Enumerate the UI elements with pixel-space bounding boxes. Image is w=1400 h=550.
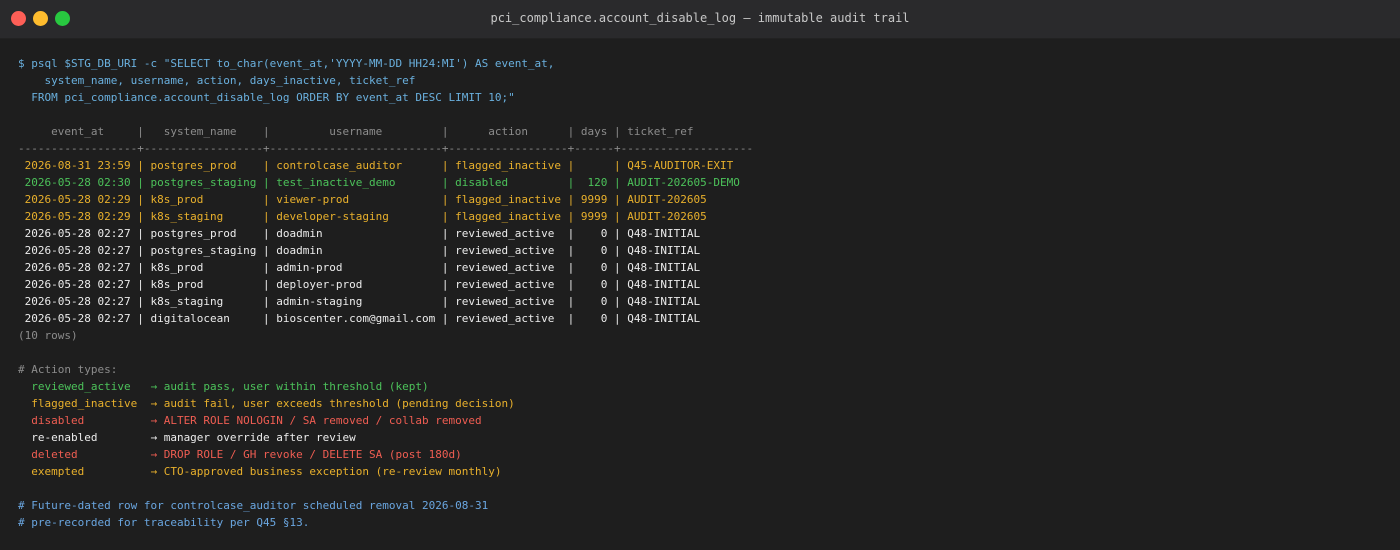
table-header: event_at | system_name | username | acti… xyxy=(18,125,694,138)
window-title: pci_compliance.account_disable_log — imm… xyxy=(490,11,910,25)
table-row: 2026-08-31 23:59 | postgres_prod | contr… xyxy=(18,159,734,172)
table-row: 2026-05-28 02:27 | postgres_prod | doadm… xyxy=(18,227,701,240)
table-row: 2026-05-28 02:29 | k8s_staging | develop… xyxy=(18,210,707,223)
table-separator: ------------------+------------------+--… xyxy=(18,142,754,155)
table-row: 2026-05-28 02:27 | k8s_prod | admin-prod… xyxy=(18,261,701,274)
terminal-output[interactable]: $ psql $STG_DB_URI -c "SELECT to_char(ev… xyxy=(18,55,1400,531)
row-count: (10 rows) xyxy=(18,329,78,342)
table-row: 2026-05-28 02:27 | k8s_prod | deployer-p… xyxy=(18,278,701,291)
command-line: system_name, username, action, days_inac… xyxy=(18,74,416,87)
table-row: 2026-05-28 02:30 | postgres_staging | te… xyxy=(18,176,740,189)
table-row: 2026-05-28 02:27 | k8s_staging | admin-s… xyxy=(18,295,701,308)
title-bar: pci_compliance.account_disable_log — imm… xyxy=(0,0,1400,39)
legend-item-disabled: disabled → ALTER ROLE NOLOGIN / SA remov… xyxy=(18,414,482,427)
legend-item-re-enabled: re-enabled → manager override after revi… xyxy=(18,431,356,444)
legend-item-exempted: exempted → CTO-approved business excepti… xyxy=(18,465,502,478)
table-row: 2026-05-28 02:27 | postgres_staging | do… xyxy=(18,244,701,257)
command-line: FROM pci_compliance.account_disable_log … xyxy=(18,91,515,104)
legend-item-reviewed-active: reviewed_active → audit pass, user withi… xyxy=(18,380,429,393)
comment-note: # Future-dated row for controlcase_audit… xyxy=(18,499,489,512)
legend-heading: # Action types: xyxy=(18,363,118,376)
comment-note: # pre-recorded for traceability per Q45 … xyxy=(18,516,310,529)
legend-item-deleted: deleted → DROP ROLE / GH revoke / DELETE… xyxy=(18,448,462,461)
command-line: $ psql $STG_DB_URI -c "SELECT to_char(ev… xyxy=(18,57,555,70)
table-row: 2026-05-28 02:27 | digitalocean | biosce… xyxy=(18,312,701,325)
legend-item-flagged-inactive: flagged_inactive → audit fail, user exce… xyxy=(18,397,515,410)
table-row: 2026-05-28 02:29 | k8s_prod | viewer-pro… xyxy=(18,193,707,206)
terminal-window: pci_compliance.account_disable_log — imm… xyxy=(0,0,1400,550)
